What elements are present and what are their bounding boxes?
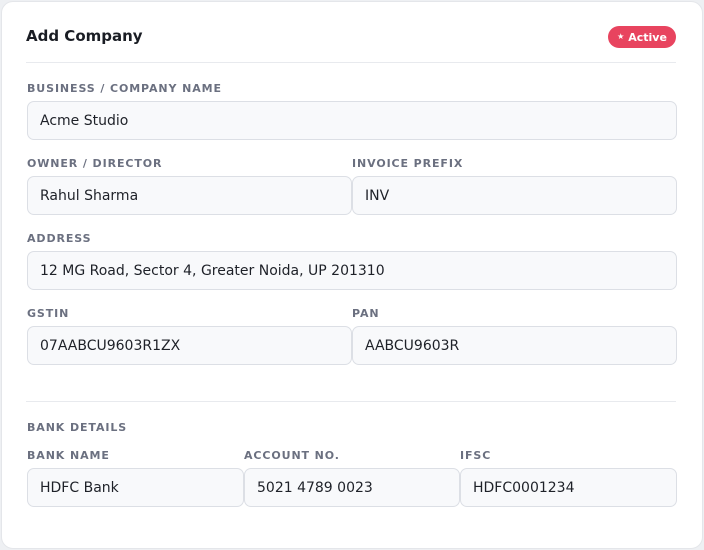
pan-label: PAN: [352, 307, 380, 320]
company-name-input[interactable]: Acme Studio: [27, 101, 677, 140]
star-icon: ★: [617, 32, 625, 41]
account-no-label: ACCOUNT NO.: [244, 449, 340, 462]
bank-details-heading: BANK DETAILS: [27, 421, 128, 434]
status-badge-label: Active: [628, 30, 667, 44]
address-input[interactable]: 12 MG Road, Sector 4, Greater Noida, UP …: [27, 251, 677, 290]
header-divider: [26, 62, 676, 63]
page-title: Add Company: [26, 27, 143, 45]
bank-name-input[interactable]: HDFC Bank: [27, 468, 244, 507]
status-badge: ★ Active: [608, 26, 676, 48]
pan-input[interactable]: AABCU9603R: [352, 326, 677, 365]
owner-label: OWNER / DIRECTOR: [27, 157, 163, 170]
address-label: ADDRESS: [27, 232, 92, 245]
invoice-prefix-label: INVOICE PREFIX: [352, 157, 464, 170]
bank-name-label: BANK NAME: [27, 449, 110, 462]
account-no-input[interactable]: 5021 4789 0023: [244, 468, 460, 507]
owner-input[interactable]: Rahul Sharma: [27, 176, 352, 215]
gstin-label: GSTIN: [27, 307, 70, 320]
invoice-prefix-input[interactable]: INV: [352, 176, 677, 215]
ifsc-input[interactable]: HDFC0001234: [460, 468, 677, 507]
gstin-input[interactable]: 07AABCU9603R1ZX: [27, 326, 352, 365]
section-divider: [26, 401, 676, 402]
company-name-label: BUSINESS / COMPANY NAME: [27, 82, 222, 95]
ifsc-label: IFSC: [460, 449, 492, 462]
